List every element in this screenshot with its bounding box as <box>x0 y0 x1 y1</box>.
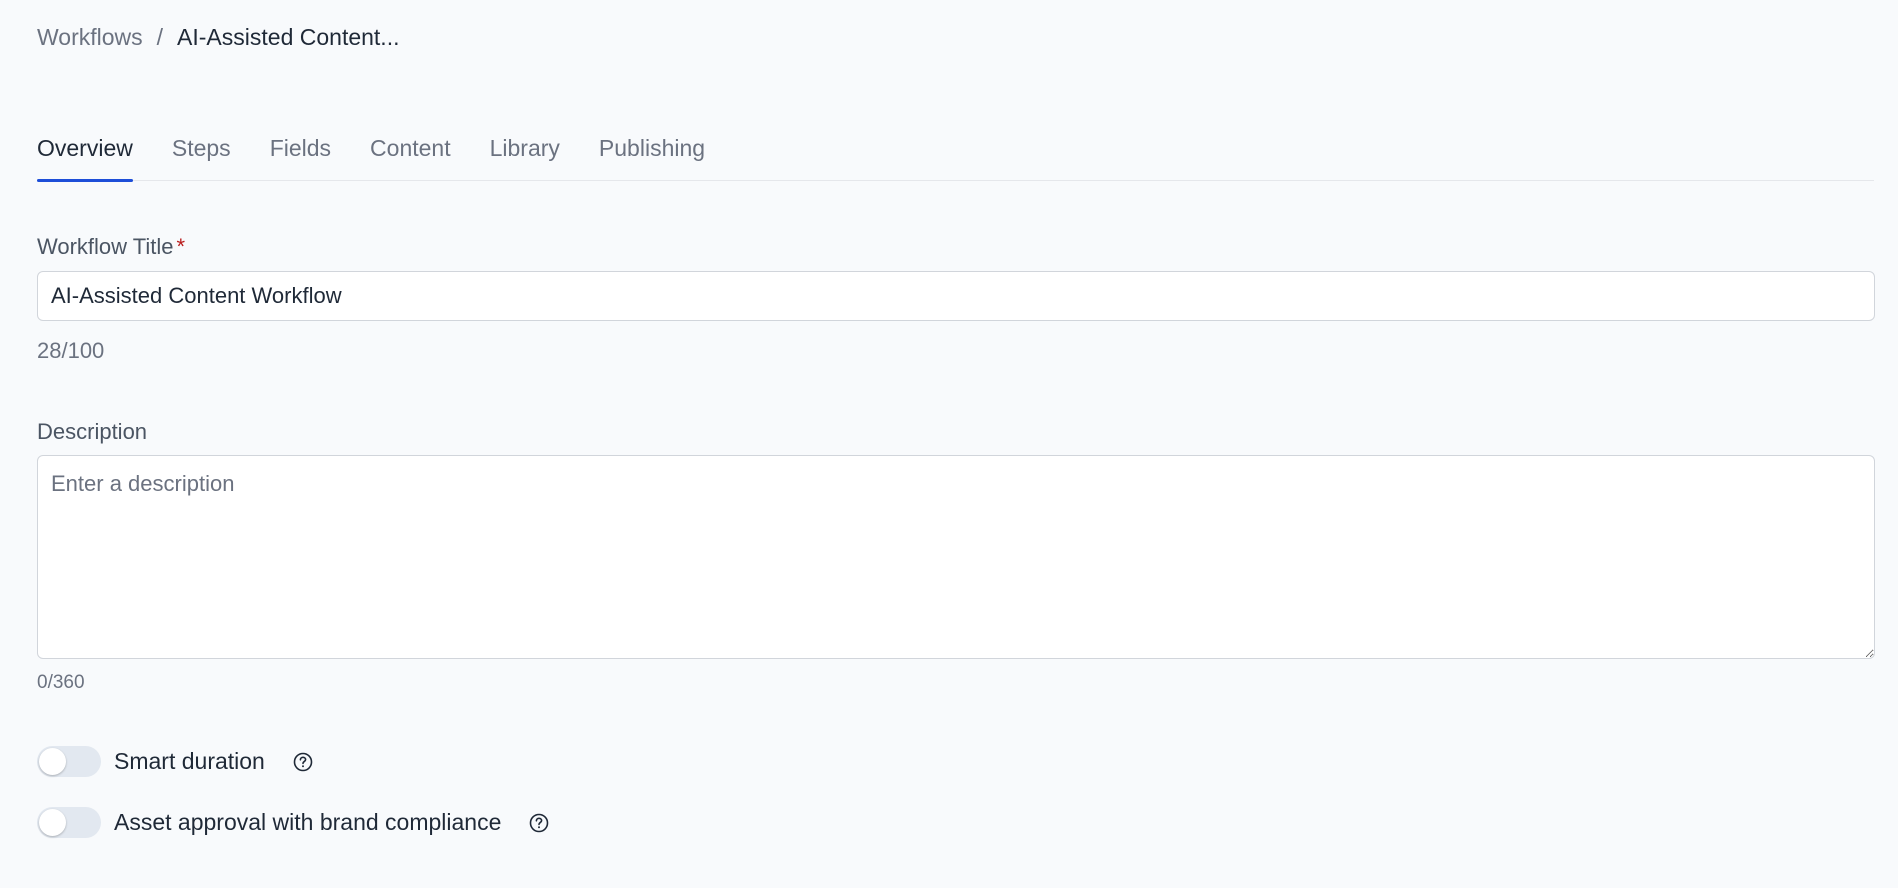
tab-steps[interactable]: Steps <box>172 128 231 181</box>
workflow-title-counter: 28/100 <box>37 338 105 363</box>
workflow-overview-page: Workflows / AI-Assisted Content... Overv… <box>0 0 1898 888</box>
description-textarea[interactable] <box>37 455 1875 659</box>
tab-library[interactable]: Library <box>490 128 560 181</box>
asset-approval-row: Asset approval with brand compliance <box>37 807 550 838</box>
toggle-knob <box>39 809 66 836</box>
breadcrumb-separator: / <box>156 24 164 50</box>
asset-approval-label: Asset approval with brand compliance <box>114 809 502 835</box>
smart-duration-label: Smart duration <box>114 748 265 774</box>
workflow-title-input[interactable] <box>37 271 1875 321</box>
question-circle-icon[interactable] <box>292 751 314 773</box>
asset-approval-toggle[interactable] <box>37 807 101 838</box>
smart-duration-row: Smart duration <box>37 746 314 777</box>
breadcrumb-current: AI-Assisted Content... <box>177 24 400 50</box>
smart-duration-toggle[interactable] <box>37 746 101 777</box>
question-circle-icon[interactable] <box>528 812 550 834</box>
description-label: Description <box>37 419 148 444</box>
workflow-title-label-text: Workflow Title <box>37 234 174 259</box>
tab-content[interactable]: Content <box>370 128 451 181</box>
tab-bar: Overview Steps Fields Content Library Pu… <box>37 128 1874 182</box>
tab-fields[interactable]: Fields <box>270 128 331 181</box>
tab-overview[interactable]: Overview <box>37 128 133 182</box>
toggle-knob <box>39 748 66 775</box>
required-marker: * <box>176 234 186 259</box>
description-counter: 0/360 <box>37 672 85 693</box>
breadcrumb-workflows-link[interactable]: Workflows <box>37 24 143 51</box>
workflow-title-label: Workflow Title * <box>37 234 185 260</box>
tab-publishing[interactable]: Publishing <box>599 128 705 181</box>
breadcrumb: Workflows / AI-Assisted Content... <box>37 24 399 51</box>
